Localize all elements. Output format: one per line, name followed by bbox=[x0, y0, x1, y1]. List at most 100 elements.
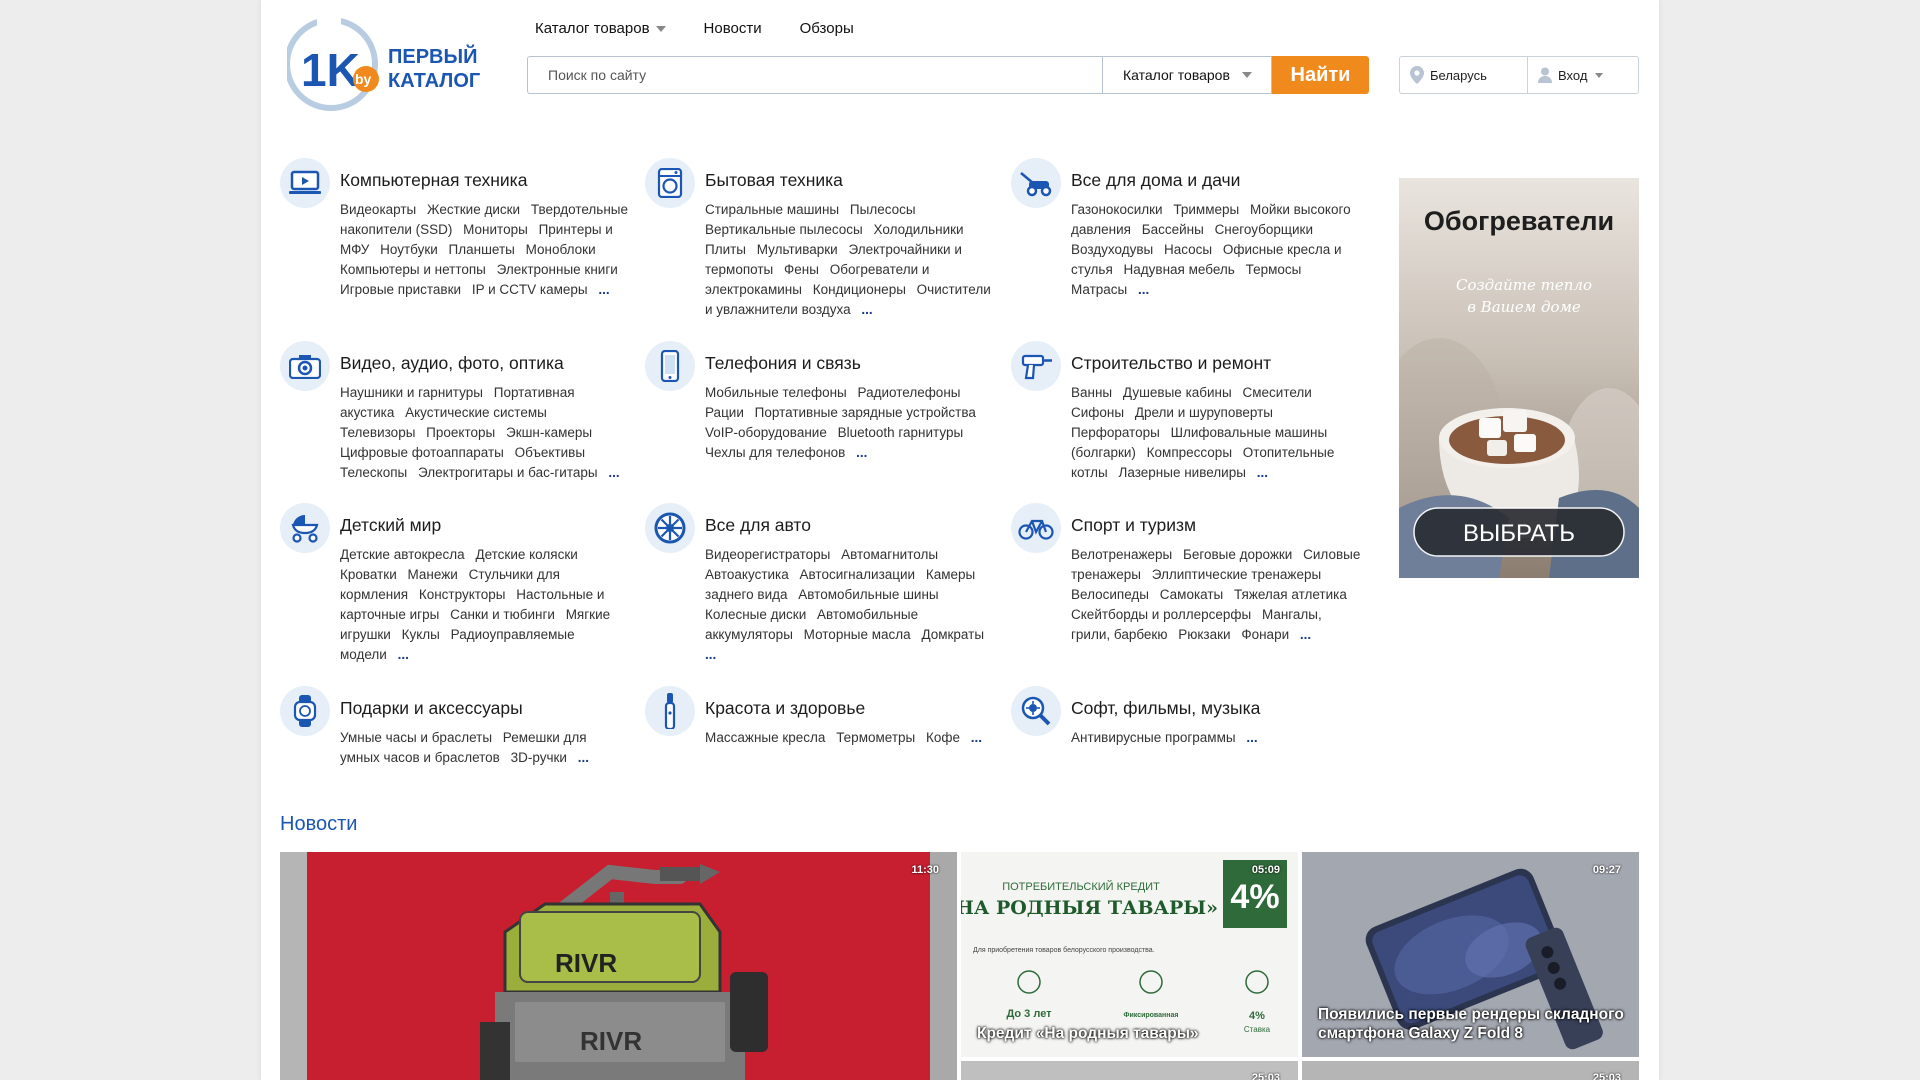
news-card[interactable]: 09:27 Появились первые рендеры складного… bbox=[1302, 852, 1639, 1057]
category-link[interactable]: Массажные кресла bbox=[705, 730, 825, 745]
category-link[interactable]: Термосы bbox=[1246, 262, 1302, 277]
more-link[interactable]: ... bbox=[856, 445, 867, 460]
category-link[interactable]: Велосипеды bbox=[1071, 587, 1149, 602]
category-link[interactable]: Беговые дорожки bbox=[1183, 547, 1292, 562]
category-link[interactable]: Воздуходувы bbox=[1071, 242, 1153, 257]
category-title[interactable]: Спорт и туризм bbox=[1071, 515, 1196, 536]
category-link[interactable]: Проекторы bbox=[426, 425, 495, 440]
banner-button[interactable]: ВЫБРАТЬ bbox=[1463, 520, 1575, 547]
camera-icon[interactable] bbox=[280, 341, 330, 391]
category-link[interactable]: Душевые кабины bbox=[1123, 385, 1232, 400]
category-link[interactable]: Сифоны bbox=[1071, 405, 1124, 420]
more-link[interactable]: ... bbox=[705, 647, 716, 662]
category-title[interactable]: Бытовая техника bbox=[705, 170, 843, 191]
washing-machine-icon[interactable] bbox=[645, 158, 695, 208]
category-link[interactable]: Телевизоры bbox=[340, 425, 415, 440]
more-link[interactable]: ... bbox=[1246, 730, 1257, 745]
category-link[interactable]: Антивирусные программы bbox=[1071, 730, 1236, 745]
stroller-icon[interactable] bbox=[280, 503, 330, 553]
category-link[interactable]: Ванны bbox=[1071, 385, 1112, 400]
category-link[interactable]: Рюкзаки bbox=[1178, 627, 1230, 642]
category-link[interactable]: Bluetooth гарнитуры bbox=[838, 425, 964, 440]
category-link[interactable]: Электронные книги bbox=[497, 262, 618, 277]
laptop-icon[interactable] bbox=[280, 158, 330, 208]
category-link[interactable]: Радиотелефоны bbox=[858, 385, 961, 400]
category-link[interactable]: Колесные диски bbox=[705, 607, 806, 622]
category-link[interactable]: Автомобильные шины bbox=[798, 587, 938, 602]
news-card[interactable]: 25:03 bbox=[1302, 1061, 1639, 1080]
category-link[interactable]: Смесители bbox=[1242, 385, 1311, 400]
category-title[interactable]: Подарки и аксессуары bbox=[340, 698, 523, 719]
category-link[interactable]: Игровые приставки bbox=[340, 282, 461, 297]
category-link[interactable]: Велотренажеры bbox=[1071, 547, 1172, 562]
category-link[interactable]: IP и CCTV камеры bbox=[472, 282, 588, 297]
category-link[interactable]: Санки и тюбинги bbox=[450, 607, 555, 622]
category-link[interactable]: Моторные масла bbox=[804, 627, 911, 642]
category-link[interactable]: Дрели и шуруповерты bbox=[1135, 405, 1273, 420]
category-link[interactable]: Фонари bbox=[1241, 627, 1289, 642]
category-link[interactable]: Скейтборды и роллерсерфы bbox=[1071, 607, 1251, 622]
more-link[interactable]: ... bbox=[598, 282, 609, 297]
category-link[interactable]: Планшеты bbox=[449, 242, 515, 257]
category-title[interactable]: Строительство и ремонт bbox=[1071, 353, 1271, 374]
news-section-title[interactable]: Новости bbox=[280, 813, 357, 836]
category-link[interactable]: Ноутбуки bbox=[380, 242, 438, 257]
antivirus-icon[interactable] bbox=[1011, 686, 1061, 736]
more-link[interactable]: ... bbox=[971, 730, 982, 745]
category-link[interactable]: Акустические системы bbox=[405, 405, 547, 420]
category-link[interactable]: Мобильные телефоны bbox=[705, 385, 847, 400]
category-link[interactable]: Портативные зарядные устройства bbox=[755, 405, 976, 420]
smartwatch-icon[interactable] bbox=[280, 686, 330, 736]
category-link[interactable]: Вертикальные пылесосы bbox=[705, 222, 863, 237]
category-link[interactable]: Кондиционеры bbox=[813, 282, 906, 297]
category-link[interactable]: Термометры bbox=[836, 730, 915, 745]
category-title[interactable]: Видео, аудио, фото, оптика bbox=[340, 353, 564, 374]
category-link[interactable]: Эллиптические тренажеры bbox=[1152, 567, 1322, 582]
category-link[interactable]: Автоакустика bbox=[705, 567, 789, 582]
category-link[interactable]: Кроватки bbox=[340, 567, 397, 582]
category-link[interactable]: Детские автокресла bbox=[340, 547, 465, 562]
category-link[interactable]: Умные часы и браслеты bbox=[340, 730, 492, 745]
bicycle-icon[interactable] bbox=[1011, 503, 1061, 553]
news-card[interactable]: 25:03 bbox=[961, 1061, 1298, 1080]
category-link[interactable]: Куклы bbox=[402, 627, 440, 642]
category-link[interactable]: Самокаты bbox=[1160, 587, 1224, 602]
category-link[interactable]: Автомагнитолы bbox=[841, 547, 938, 562]
category-link[interactable]: Плиты bbox=[705, 242, 746, 257]
category-link[interactable]: Конструкторы bbox=[419, 587, 506, 602]
category-title[interactable]: Все для авто bbox=[705, 515, 811, 536]
category-link[interactable]: Видеокарты bbox=[340, 202, 416, 217]
category-link[interactable]: Тяжелая атлетика bbox=[1234, 587, 1347, 602]
category-link[interactable]: Пылесосы bbox=[850, 202, 916, 217]
more-link[interactable]: ... bbox=[1257, 465, 1268, 480]
category-link[interactable]: Бассейны bbox=[1142, 222, 1204, 237]
more-link[interactable]: ... bbox=[1300, 627, 1311, 642]
category-link[interactable]: Моноблоки bbox=[526, 242, 596, 257]
category-link[interactable]: Лазерные нивелиры bbox=[1119, 465, 1246, 480]
ad-banner-heaters[interactable]: Обогреватели Создайте тепло в Вашем доме… bbox=[1399, 178, 1639, 578]
category-link[interactable]: Насосы bbox=[1164, 242, 1212, 257]
nav-catalog[interactable]: Каталог товаров bbox=[535, 20, 666, 37]
more-link[interactable]: ... bbox=[578, 750, 589, 765]
category-link[interactable]: Объективы bbox=[515, 445, 585, 460]
more-link[interactable]: ... bbox=[861, 302, 872, 317]
category-link[interactable]: Снегоуборщики bbox=[1215, 222, 1313, 237]
more-link[interactable]: ... bbox=[398, 647, 409, 662]
category-title[interactable]: Телефония и связь bbox=[705, 353, 861, 374]
nav-reviews[interactable]: Обзоры bbox=[800, 20, 854, 37]
category-link[interactable]: Видеорегистраторы bbox=[705, 547, 830, 562]
drill-icon[interactable] bbox=[1011, 341, 1061, 391]
category-link[interactable]: Детские коляски bbox=[475, 547, 577, 562]
more-link[interactable]: ... bbox=[608, 465, 619, 480]
news-card-main[interactable]: RIVR RIVR 11:30 bbox=[280, 852, 957, 1080]
category-link[interactable]: 3D-ручки bbox=[511, 750, 567, 765]
category-link[interactable]: Домкраты bbox=[921, 627, 984, 642]
search-input[interactable] bbox=[527, 56, 1102, 94]
region-select[interactable]: Беларусь bbox=[1400, 57, 1528, 93]
category-link[interactable]: Фены bbox=[784, 262, 819, 277]
nav-news[interactable]: Новости bbox=[704, 20, 762, 37]
smartphone-icon[interactable] bbox=[645, 341, 695, 391]
category-link[interactable]: Мониторы bbox=[463, 222, 528, 237]
category-link[interactable]: Манежи bbox=[408, 567, 458, 582]
category-title[interactable]: Детский мир bbox=[340, 515, 441, 536]
